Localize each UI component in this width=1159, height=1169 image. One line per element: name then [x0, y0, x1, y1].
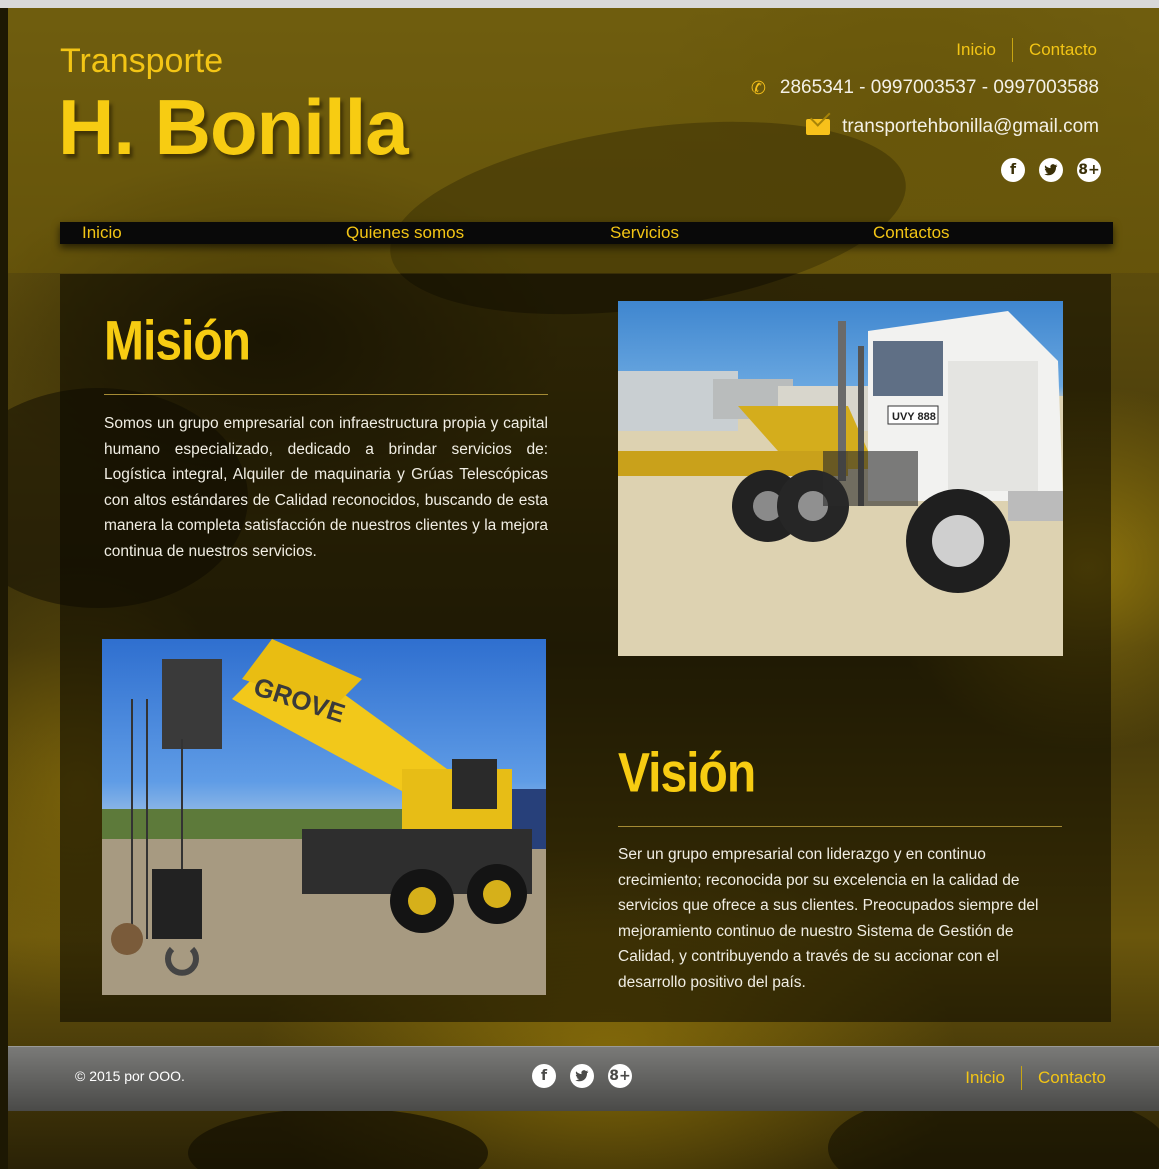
- social-links-footer: f 8+: [518, 1064, 632, 1088]
- nav-item-quienes-somos[interactable]: Quienes somos: [346, 223, 464, 243]
- divider: [1011, 38, 1013, 62]
- twitter-icon[interactable]: [570, 1064, 594, 1088]
- phone-row: ✆ 2865341 - 0997003537 - 0997003588: [751, 77, 1099, 99]
- facebook-icon[interactable]: f: [532, 1064, 556, 1088]
- mision-divider: [104, 394, 548, 395]
- google-plus-icon[interactable]: 8+: [1077, 158, 1101, 182]
- vision-heading: Visión: [618, 743, 756, 805]
- nav-item-contactos[interactable]: Contactos: [873, 223, 950, 243]
- copyright: © 2015 por OOO.: [75, 1068, 185, 1084]
- email-row: transportehbonilla@gmail.com: [806, 116, 1099, 138]
- footer-link-inicio[interactable]: Inicio: [965, 1068, 1005, 1088]
- twitter-icon[interactable]: [1039, 158, 1063, 182]
- nav-item-inicio[interactable]: Inicio: [82, 223, 122, 243]
- google-plus-icon[interactable]: 8+: [608, 1064, 632, 1088]
- divider: [1020, 1066, 1022, 1090]
- main-nav: Inicio Quienes somos Servicios Contactos: [60, 222, 1113, 244]
- truck-photo: UVY 888: [618, 301, 1063, 656]
- top-link-inicio[interactable]: Inicio: [956, 40, 996, 60]
- nav-item-servicios[interactable]: Servicios: [610, 223, 679, 243]
- crane-photo: GROVE: [102, 639, 546, 995]
- brand-title[interactable]: H. Bonilla: [58, 82, 409, 173]
- phone-numbers: 2865341 - 0997003537 - 0997003588: [779, 77, 1099, 98]
- truck-plate: UVY 888: [892, 411, 936, 423]
- top-links: Inicio Contacto: [956, 38, 1097, 62]
- brand-subtitle: Transporte: [60, 42, 224, 80]
- mision-text: Somos un grupo empresarial con infraestr…: [104, 415, 548, 560]
- footer-link-contacto[interactable]: Contacto: [1038, 1068, 1106, 1088]
- browser-top-strip: [0, 0, 1159, 8]
- phone-icon: ✆: [750, 77, 766, 98]
- vision-divider: [618, 826, 1062, 827]
- mail-icon: [806, 119, 831, 135]
- mision-heading: Misión: [104, 311, 251, 373]
- vision-text: Ser un grupo empresarial con liderazgo y…: [618, 846, 1039, 991]
- facebook-icon[interactable]: f: [1001, 158, 1025, 182]
- email-address[interactable]: transportehbonilla@gmail.com: [842, 116, 1099, 138]
- footer-links: Inicio Contacto: [965, 1066, 1106, 1090]
- social-links-header: f 8+: [987, 158, 1101, 182]
- top-link-contacto[interactable]: Contacto: [1029, 40, 1097, 60]
